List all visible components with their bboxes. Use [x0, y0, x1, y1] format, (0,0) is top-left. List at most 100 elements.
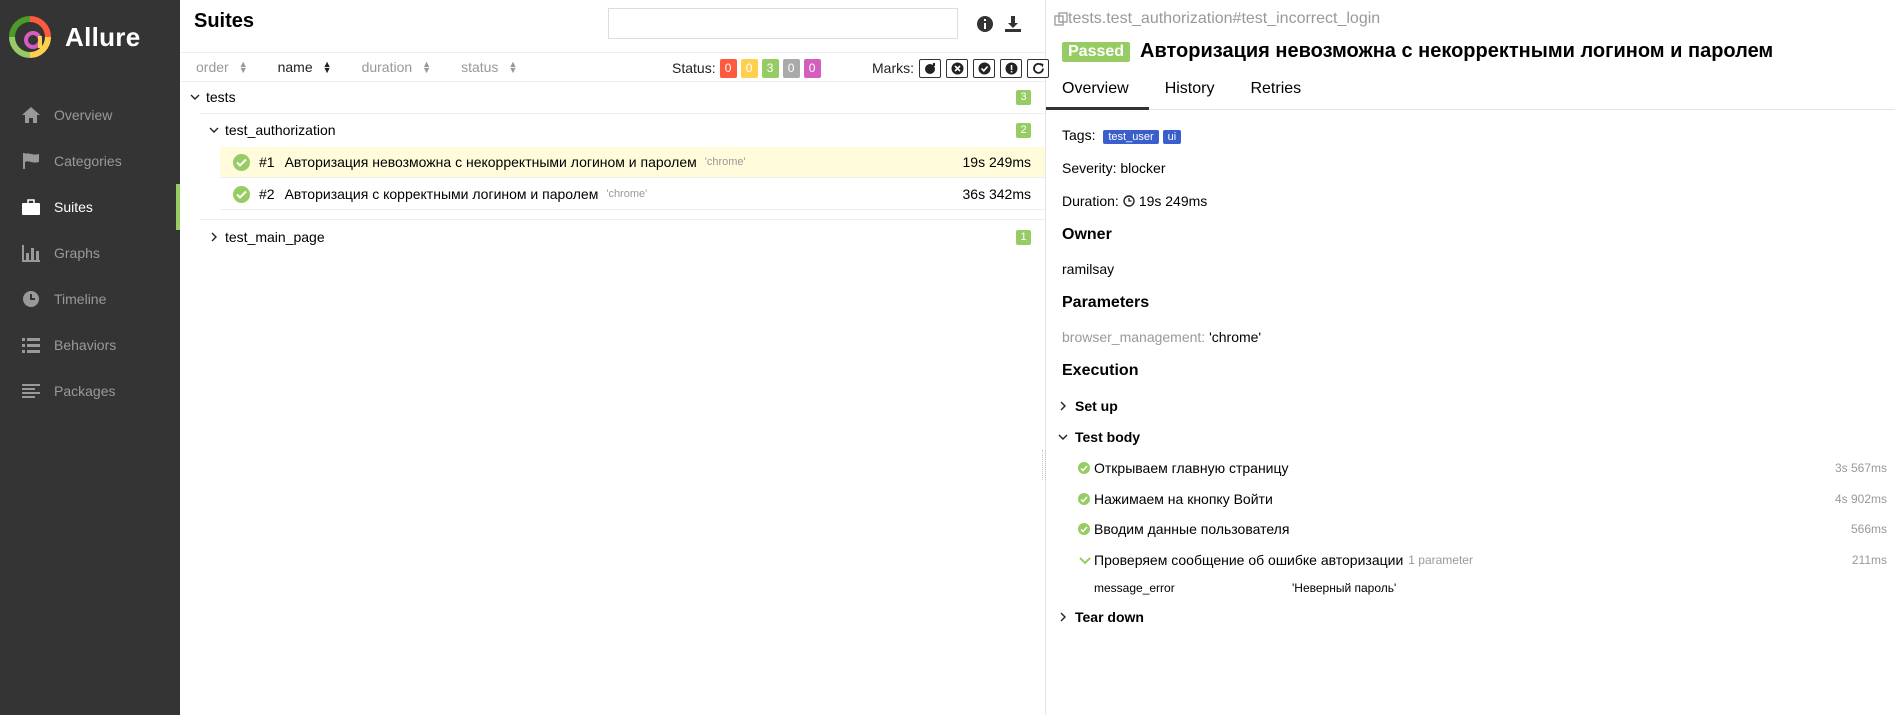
exclamation-circle-icon[interactable] — [1000, 58, 1022, 78]
check-circle-icon — [1078, 462, 1090, 474]
marks-filter: Marks: — [872, 53, 1049, 83]
search-input[interactable] — [608, 8, 958, 39]
test-duration: 19s 249ms — [962, 154, 1031, 170]
step-label: Нажимаем на кнопку Войти — [1094, 491, 1273, 507]
test-detail-pane: tests.test_authorization#test_incorrect_… — [1042, 0, 1895, 715]
sidebar-item-timeline[interactable]: Timeline — [0, 276, 180, 322]
app-name: Allure — [65, 21, 141, 52]
bar-chart-icon — [19, 243, 43, 263]
duration-row: Duration: 19s 249ms — [1062, 193, 1207, 209]
tag[interactable]: test_user — [1103, 130, 1159, 144]
tree-node-label: test_main_page — [225, 229, 325, 245]
tags-row: Tags: test_user ui — [1062, 127, 1182, 144]
sidebar-item-categories[interactable]: Categories — [0, 138, 180, 184]
divider — [200, 219, 1045, 220]
count-badge: 2 — [1016, 122, 1031, 138]
download-icon[interactable] — [1003, 14, 1023, 34]
test-param: 'chrome' — [704, 156, 746, 168]
marks-label: Marks: — [872, 60, 914, 76]
sort-duration[interactable]: duration ▲ ▼ — [362, 59, 432, 75]
tab-retries[interactable]: Retries — [1234, 76, 1321, 110]
sort-duration-label: duration — [361, 59, 413, 75]
test-body-section[interactable]: Test body — [1056, 429, 1140, 445]
test-case-row[interactable]: #2 Авторизация с корректными логином и п… — [220, 179, 1045, 210]
test-case-row[interactable]: #1 Авторизация невозможна с некорректным… — [220, 147, 1045, 178]
tree-node-tests[interactable]: tests 3 — [188, 86, 1045, 108]
check-circle-icon[interactable] — [973, 58, 995, 78]
parameter-value: 'chrome' — [1209, 329, 1262, 345]
brand[interactable]: Allure — [0, 0, 180, 74]
parameter-row: browser_management: 'chrome' — [1062, 329, 1261, 345]
sidebar-item-graphs[interactable]: Graphs — [0, 230, 180, 276]
chevron-right-icon — [1056, 401, 1070, 411]
step-duration: 3s 567ms — [1834, 461, 1887, 475]
pane-resize-handle[interactable] — [1042, 450, 1046, 480]
sidebar-item-label: Packages — [54, 383, 116, 399]
duration-value: 19s 249ms — [1138, 193, 1208, 209]
list-icon — [19, 335, 43, 355]
teardown-section[interactable]: Tear down — [1056, 609, 1144, 625]
status-unknown-badge[interactable]: 0 — [803, 58, 821, 78]
suites-pane: Suites order ▲ ▼ name ▲ ▼ duration ▲ ▼ stat… — [180, 0, 1049, 715]
step-row-expanded[interactable]: Проверяем сообщение об ошибке авторизаци… — [1078, 552, 1887, 568]
test-path[interactable]: tests.test_authorization#test_incorrect_… — [1054, 10, 1380, 28]
sidebar-item-label: Timeline — [54, 291, 107, 307]
test-title-text: Авторизация невозможна с некорректными л… — [1140, 40, 1774, 62]
times-circle-icon[interactable] — [946, 58, 968, 78]
tree-node-label: tests — [206, 89, 236, 105]
sidebar-item-overview[interactable]: Overview — [0, 92, 180, 138]
bomb-icon[interactable] — [919, 58, 941, 78]
sort-status-label: status — [461, 59, 499, 75]
sort-status[interactable]: status ▲ ▼ — [461, 59, 517, 75]
sidebar-item-label: Categories — [54, 153, 122, 169]
step-duration: 566ms — [1850, 522, 1887, 536]
setup-label: Set up — [1075, 398, 1118, 414]
step-duration: 211ms — [1851, 553, 1887, 567]
allure-report: Allure Overview Categories Suites Graphs… — [0, 0, 1895, 715]
sort-arrows-icon: ▲ ▼ — [322, 59, 332, 75]
step-label: Открываем главную страницу — [1094, 460, 1289, 476]
check-circle-icon — [233, 185, 250, 203]
status-passed-badge[interactable]: 3 — [761, 58, 779, 78]
tag[interactable]: ui — [1162, 130, 1182, 144]
tree-node-test-main-page[interactable]: test_main_page 1 — [207, 226, 1045, 248]
status-label: Status: — [672, 60, 716, 76]
setup-section[interactable]: Set up — [1056, 398, 1118, 414]
sidebar-item-label: Suites — [54, 199, 93, 215]
sort-name[interactable]: name ▲ ▼ — [278, 59, 332, 75]
severity: Severity: blocker — [1062, 160, 1166, 176]
owner-value: ramilsay — [1062, 261, 1115, 277]
clock-icon — [19, 289, 43, 309]
parameter-name: browser_management: — [1062, 329, 1206, 345]
chevron-down-icon — [1078, 556, 1092, 565]
sidebar-item-behaviors[interactable]: Behaviors — [0, 322, 180, 368]
sidebar: Allure Overview Categories Suites Graphs… — [0, 0, 180, 715]
parameters-heading: Parameters — [1062, 294, 1150, 311]
owner-heading: Owner — [1062, 226, 1112, 243]
step-row[interactable]: Нажимаем на кнопку Войти 4s 902ms — [1078, 491, 1887, 507]
page-title: Suites — [194, 10, 255, 32]
sort-order-label: order — [196, 59, 229, 75]
divider — [200, 113, 1045, 114]
step-row[interactable]: Вводим данные пользователя 566ms — [1078, 521, 1887, 537]
sidebar-item-packages[interactable]: Packages — [0, 368, 180, 414]
step-duration: 4s 902ms — [1834, 492, 1887, 506]
status-broken-badge[interactable]: 0 — [740, 58, 758, 78]
duration-label: Duration: — [1062, 193, 1119, 209]
tab-overview[interactable]: Overview — [1046, 76, 1149, 110]
sidebar-item-suites[interactable]: Suites — [0, 184, 180, 230]
step-row[interactable]: Открываем главную страницу 3s 567ms — [1078, 460, 1887, 476]
tree-node-test-authorization[interactable]: test_authorization 2 — [207, 119, 1045, 141]
tags-label: Tags: — [1062, 127, 1096, 143]
info-icon[interactable] — [975, 14, 995, 34]
status-failed-badge[interactable]: 0 — [719, 58, 737, 78]
status-skipped-badge[interactable]: 0 — [782, 58, 800, 78]
briefcase-icon — [19, 197, 43, 217]
copy-icon — [1054, 12, 1068, 26]
align-left-icon — [19, 381, 43, 401]
teardown-label: Tear down — [1075, 609, 1144, 625]
home-icon — [19, 105, 43, 125]
tab-history[interactable]: History — [1149, 76, 1235, 110]
test-name: Авторизация невозможна с некорректными л… — [284, 154, 697, 170]
sort-order[interactable]: order ▲ ▼ — [196, 59, 248, 75]
